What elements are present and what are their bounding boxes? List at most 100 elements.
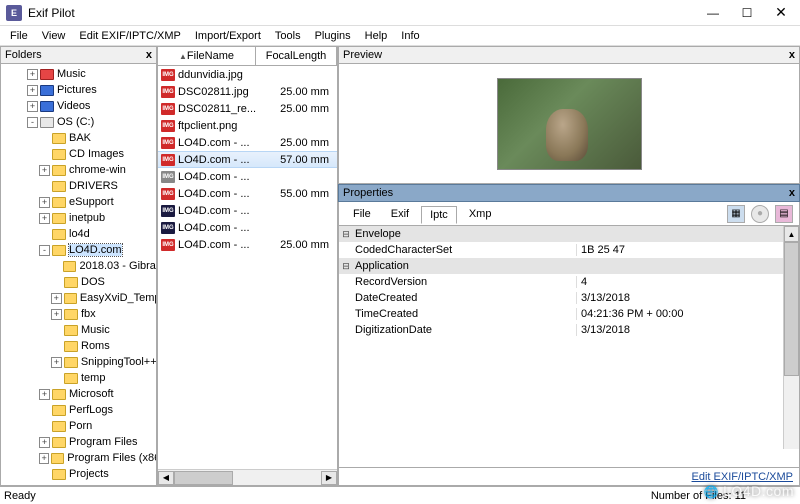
tree-item[interactable]: +Videos (1, 98, 156, 114)
tree-item[interactable]: +eSupport (1, 194, 156, 210)
tool-circle-icon[interactable]: ● (751, 205, 769, 223)
tree-item[interactable]: +SnippingTool++ (1, 354, 156, 370)
menu-import-export[interactable]: Import/Export (189, 28, 267, 44)
file-row[interactable]: IMGLO4D.com - ...57.00 mm (158, 151, 337, 168)
tab-iptc[interactable]: Iptc (421, 206, 457, 224)
tree-item[interactable]: +Microsoft (1, 386, 156, 402)
expand-icon[interactable]: + (39, 197, 50, 208)
expand-icon[interactable]: + (27, 85, 38, 96)
expand-icon[interactable]: + (27, 69, 38, 80)
column-filename[interactable]: ▲ FileName (158, 47, 256, 65)
tab-exif[interactable]: Exif (383, 206, 417, 222)
file-list-body[interactable]: IMGddunvidia.jpgIMGDSC02811.jpg25.00 mmI… (158, 66, 338, 486)
property-row[interactable]: RecordVersion4 (339, 274, 799, 290)
expand-icon[interactable]: + (39, 453, 49, 464)
preview-close-icon[interactable]: x (789, 49, 795, 61)
expand-icon[interactable]: + (27, 101, 38, 112)
tree-item[interactable]: 2018.03 - Gibralt (1, 258, 156, 274)
property-row[interactable]: CodedCharacterSet1B 25 47 (339, 242, 799, 258)
tree-item[interactable]: PerfLogs (1, 402, 156, 418)
expand-icon[interactable]: + (39, 213, 50, 224)
horizontal-scrollbar[interactable]: ◀ ▶ (158, 469, 337, 485)
menu-file[interactable]: File (4, 28, 34, 44)
scroll-right-button[interactable]: ▶ (321, 471, 337, 485)
tree-item[interactable]: +Music (1, 66, 156, 82)
tree-item[interactable]: -LO4D.com (1, 242, 156, 258)
property-group[interactable]: ⊟Application (339, 258, 799, 274)
tree-item[interactable]: Projects (1, 466, 156, 482)
menu-edit-exif[interactable]: Edit EXIF/IPTC/XMP (73, 28, 186, 44)
menu-info[interactable]: Info (395, 28, 425, 44)
column-focallength[interactable]: FocalLength (256, 47, 337, 65)
tree-item[interactable]: CD Images (1, 146, 156, 162)
tree-item[interactable]: BAK (1, 130, 156, 146)
expand-icon[interactable]: + (39, 165, 50, 176)
tree-item[interactable]: +Program Files (x86) (1, 450, 156, 466)
tab-file[interactable]: File (345, 206, 379, 222)
tab-xmp[interactable]: Xmp (461, 206, 500, 222)
folders-close-icon[interactable]: x (146, 49, 152, 61)
expand-icon[interactable]: + (51, 309, 62, 320)
expand-icon[interactable]: + (39, 389, 50, 400)
menu-tools[interactable]: Tools (269, 28, 307, 44)
tree-item[interactable]: temp (1, 370, 156, 386)
file-row[interactable]: IMGLO4D.com - ...25.00 mm (158, 134, 337, 151)
tree-item[interactable]: +EasyXviD_Temp (1, 290, 156, 306)
file-row[interactable]: IMGDSC02811.jpg25.00 mm (158, 83, 337, 100)
file-row[interactable]: IMGLO4D.com - ...55.00 mm (158, 185, 337, 202)
tree-item[interactable]: Roms (1, 338, 156, 354)
tree-item[interactable]: +fbx (1, 306, 156, 322)
tool-props-icon[interactable]: ▤ (775, 205, 793, 223)
property-row[interactable]: DigitizationDate3/13/2018 (339, 322, 799, 338)
collapse-icon[interactable]: - (39, 245, 50, 256)
menu-plugins[interactable]: Plugins (309, 28, 357, 44)
scroll-left-button[interactable]: ◀ (158, 471, 174, 485)
menu-view[interactable]: View (36, 28, 72, 44)
close-button[interactable]: ✕ (764, 2, 798, 24)
collapse-icon[interactable]: - (27, 117, 38, 128)
properties-close-icon[interactable]: x (789, 187, 795, 199)
tree-item[interactable]: +Program Files (1, 434, 156, 450)
tree-item[interactable]: lo4d (1, 226, 156, 242)
file-row[interactable]: IMGLO4D.com - ... (158, 219, 337, 236)
properties-panel: Properties x File Exif Iptc Xmp ▦ ● ▤ ⊟E… (338, 184, 800, 486)
file-row[interactable]: IMGLO4D.com - ...25.00 mm (158, 236, 337, 253)
tool-grid-icon[interactable]: ▦ (727, 205, 745, 223)
file-row[interactable]: IMGftpclient.png (158, 117, 337, 134)
file-row[interactable]: IMGddunvidia.jpg (158, 66, 337, 83)
properties-grid[interactable]: ⊟EnvelopeCodedCharacterSet1B 25 47⊟Appli… (338, 226, 800, 468)
tree-item[interactable]: Porn (1, 418, 156, 434)
edit-exif-link[interactable]: Edit EXIF/IPTC/XMP (692, 471, 793, 483)
property-row[interactable]: DateCreated3/13/2018 (339, 290, 799, 306)
menu-help[interactable]: Help (359, 28, 394, 44)
property-row[interactable]: TimeCreated04:21:36 PM + 00:00 (339, 306, 799, 322)
collapse-group-icon[interactable]: ⊟ (339, 229, 353, 240)
expand-icon[interactable]: + (51, 293, 62, 304)
vertical-scrollbar[interactable]: ▲ (783, 226, 799, 449)
tree-item[interactable]: +chrome-win (1, 162, 156, 178)
tree-item[interactable]: Music (1, 322, 156, 338)
tree-item[interactable]: -OS (C:) (1, 114, 156, 130)
file-row[interactable]: IMGLO4D.com - ... (158, 202, 337, 219)
folder-icon (40, 117, 54, 128)
scroll-thumb[interactable] (174, 471, 233, 485)
minimize-button[interactable]: — (696, 2, 730, 24)
expand-icon[interactable]: + (39, 437, 50, 448)
status-file-count: Number of Files: 11 (651, 490, 796, 502)
file-row[interactable]: IMGDSC02811_re...25.00 mm (158, 100, 337, 117)
tree-item[interactable]: +Pictures (1, 82, 156, 98)
scroll-up-button[interactable]: ▲ (784, 226, 799, 242)
file-type-icon: IMG (161, 239, 175, 251)
tree-item[interactable]: +inetpub (1, 210, 156, 226)
property-group[interactable]: ⊟Envelope (339, 226, 799, 242)
vscroll-thumb[interactable] (784, 242, 799, 376)
tree-item[interactable]: DOS (1, 274, 156, 290)
file-row[interactable]: IMGLO4D.com - ... (158, 168, 337, 185)
tree-item[interactable]: Sandbox (1, 482, 156, 486)
collapse-group-icon[interactable]: ⊟ (339, 261, 353, 272)
tree-item-label: lo4d (69, 228, 90, 240)
maximize-button[interactable]: ☐ (730, 2, 764, 24)
tree-item[interactable]: DRIVERS (1, 178, 156, 194)
folder-tree[interactable]: +Music+Pictures+Videos-OS (C:) BAK CD Im… (0, 64, 157, 486)
expand-icon[interactable]: + (51, 357, 62, 368)
